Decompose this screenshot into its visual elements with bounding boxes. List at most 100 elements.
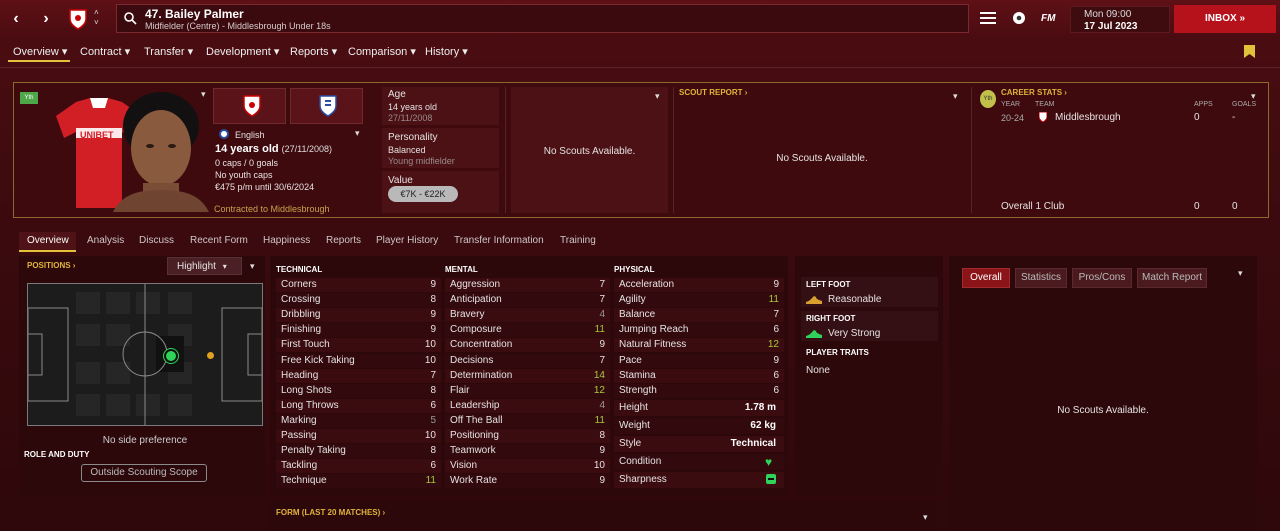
technical-attribute-row[interactable]: Crossing 8 (276, 293, 441, 308)
football-icon[interactable] (1012, 11, 1026, 25)
tab-happiness[interactable]: Happiness (263, 235, 310, 246)
technical-attribute-row[interactable]: Penalty Taking 8 (276, 444, 441, 459)
mental-attribute-row[interactable]: Leadership 4 (445, 398, 610, 413)
tab-reports[interactable]: Reports (326, 235, 361, 246)
menu-transfer[interactable]: Transfer ▾ (144, 45, 193, 58)
col-year: YEAR (1001, 101, 1021, 108)
outside-scope-button[interactable]: Outside Scouting Scope (81, 464, 207, 482)
menu-overview[interactable]: Overview ▾ (13, 45, 67, 58)
mental-attribute-row[interactable]: Concentration 9 (445, 338, 610, 353)
form-label[interactable]: FORM (LAST 20 MATCHES) › (276, 508, 385, 517)
physical-attribute-row[interactable]: Natural Fitness 12 (614, 338, 784, 353)
career-stats-label[interactable]: CAREER STATS › (1001, 88, 1067, 97)
tab-recent-form[interactable]: Recent Form (190, 235, 248, 246)
mental-attribute-row[interactable]: Decisions 7 (445, 353, 610, 368)
physical-attribute-row[interactable]: Balance 7 (614, 308, 784, 323)
tab-player-history[interactable]: Player History (376, 235, 438, 246)
club-switch-chevrons-icon[interactable]: ˄ ˅ (94, 8, 99, 28)
natural-position-marker[interactable] (164, 349, 178, 363)
scout-report-dropdown-icon[interactable]: ▾ (953, 91, 958, 102)
mental-attribute-row[interactable]: Work Rate 9 (445, 474, 610, 489)
menu-contract[interactable]: Contract ▾ (80, 45, 130, 58)
tab-discuss[interactable]: Discuss (139, 235, 174, 246)
menu-history[interactable]: History ▾ (425, 45, 468, 58)
sharpness-icon (766, 474, 776, 484)
boot-icon (806, 329, 822, 338)
positions-dropdown-icon[interactable]: ▾ (250, 261, 255, 272)
technical-attribute-row[interactable]: Tackling 6 (276, 459, 441, 474)
mental-attribute-row[interactable]: Teamwork 9 (445, 444, 610, 459)
divider (673, 87, 674, 213)
tab-statistics[interactable]: Statistics (1015, 268, 1067, 288)
tab-overview[interactable]: Overview (27, 235, 69, 246)
attribute-name: Free Kick Taking (281, 354, 355, 366)
tab-overall[interactable]: Overall (962, 268, 1010, 288)
menu-reports[interactable]: Reports ▾ (290, 45, 337, 58)
nationality-dropdown-icon[interactable]: ▾ (355, 128, 360, 139)
attribute-name: Jumping Reach (619, 324, 689, 336)
mental-attribute-row[interactable]: Aggression 7 (445, 278, 610, 292)
tab-transfer-information[interactable]: Transfer Information (454, 235, 544, 246)
side-preference: No side preference (102, 435, 188, 446)
attribute-name: Flair (450, 384, 470, 396)
scout-1-dropdown-icon[interactable]: ▾ (655, 91, 660, 102)
inbox-button[interactable]: INBOX » (1174, 5, 1276, 33)
physical-attribute-row[interactable]: Jumping Reach 6 (614, 323, 784, 338)
back-arrow-icon[interactable]: ‹ (4, 7, 28, 31)
left-foot-label: LEFT FOOT (806, 280, 851, 289)
player-subtitle: Midfielder (Centre) - Middlesbrough Unde… (145, 21, 331, 31)
tab-analysis[interactable]: Analysis (87, 235, 124, 246)
fm-logo[interactable]: FM (1041, 13, 1055, 24)
mental-attribute-row[interactable]: Off The Ball 11 (445, 413, 610, 428)
physical-attribute-row[interactable]: Pace 9 (614, 353, 784, 368)
physical-attribute-row[interactable]: Agility 11 (614, 293, 784, 308)
tab-pros-cons[interactable]: Pros/Cons (1072, 268, 1132, 288)
attribute-value: 11 (594, 414, 605, 426)
technical-attribute-row[interactable]: Long Shots 8 (276, 383, 441, 398)
career-team[interactable]: Middlesbrough (1055, 112, 1121, 123)
report-dropdown-icon[interactable]: ▾ (1238, 268, 1243, 279)
technical-attribute-row[interactable]: First Touch 10 (276, 338, 441, 353)
technical-attribute-row[interactable]: Heading 7 (276, 368, 441, 383)
scout-report-label[interactable]: SCOUT REPORT › (679, 88, 747, 97)
attribute-name: Long Throws (281, 399, 339, 411)
technical-attribute-row[interactable]: Long Throws 6 (276, 398, 441, 413)
technical-attribute-row[interactable]: Marking 5 (276, 413, 441, 428)
mental-attribute-row[interactable]: Determination 14 (445, 368, 610, 383)
highlight-dropdown[interactable]: Highlight ▾ (167, 257, 242, 275)
menu-development[interactable]: Development ▾ (206, 45, 279, 58)
attribute-value: 7 (599, 279, 605, 290)
menu-icon[interactable] (980, 11, 996, 25)
secondary-position-marker[interactable] (207, 352, 214, 359)
mental-attribute-row[interactable]: Flair 12 (445, 383, 610, 398)
mental-attribute-row[interactable]: Anticipation 7 (445, 293, 610, 308)
menu-comparison[interactable]: Comparison ▾ (348, 45, 416, 58)
physical-attribute-row[interactable]: Stamina 6 (614, 368, 784, 383)
technical-attribute-row[interactable]: Corners 9 (276, 278, 441, 292)
technical-attribute-row[interactable]: Passing 10 (276, 429, 441, 443)
technical-attribute-row[interactable]: Finishing 9 (276, 323, 441, 338)
photo-dropdown-icon[interactable]: ▾ (201, 89, 206, 100)
technical-attribute-row[interactable]: Technique 11 (276, 474, 441, 489)
bookmark-icon[interactable] (1244, 45, 1255, 58)
tab-training[interactable]: Training (560, 235, 596, 246)
mental-attribute-row[interactable]: Bravery 4 (445, 308, 610, 323)
physical-attribute-row[interactable]: Strength 6 (614, 383, 784, 398)
mental-attribute-row[interactable]: Positioning 8 (445, 429, 610, 443)
form-dropdown-icon[interactable]: ▾ (923, 512, 928, 523)
technical-attribute-row[interactable]: Free Kick Taking 10 (276, 353, 441, 368)
club-crest-icon (1038, 111, 1048, 123)
tab-match-report[interactable]: Match Report (1137, 268, 1207, 288)
attribute-name: Dribbling (281, 309, 321, 321)
attribute-value: 8 (599, 430, 605, 441)
wage-contract: €475 p/m until 30/6/2024 (215, 182, 315, 192)
value-range: €7K - €22K (388, 186, 458, 202)
mental-attribute-row[interactable]: Composure 11 (445, 323, 610, 338)
mental-attribute-row[interactable]: Vision 10 (445, 459, 610, 474)
forward-arrow-icon[interactable]: › (34, 7, 58, 31)
club-crest-icon[interactable] (68, 8, 88, 30)
positions-label[interactable]: POSITIONS › (27, 261, 75, 270)
age-value: 14 years old (388, 102, 438, 112)
technical-attribute-row[interactable]: Dribbling 9 (276, 308, 441, 323)
physical-attribute-row[interactable]: Acceleration 9 (614, 278, 784, 292)
